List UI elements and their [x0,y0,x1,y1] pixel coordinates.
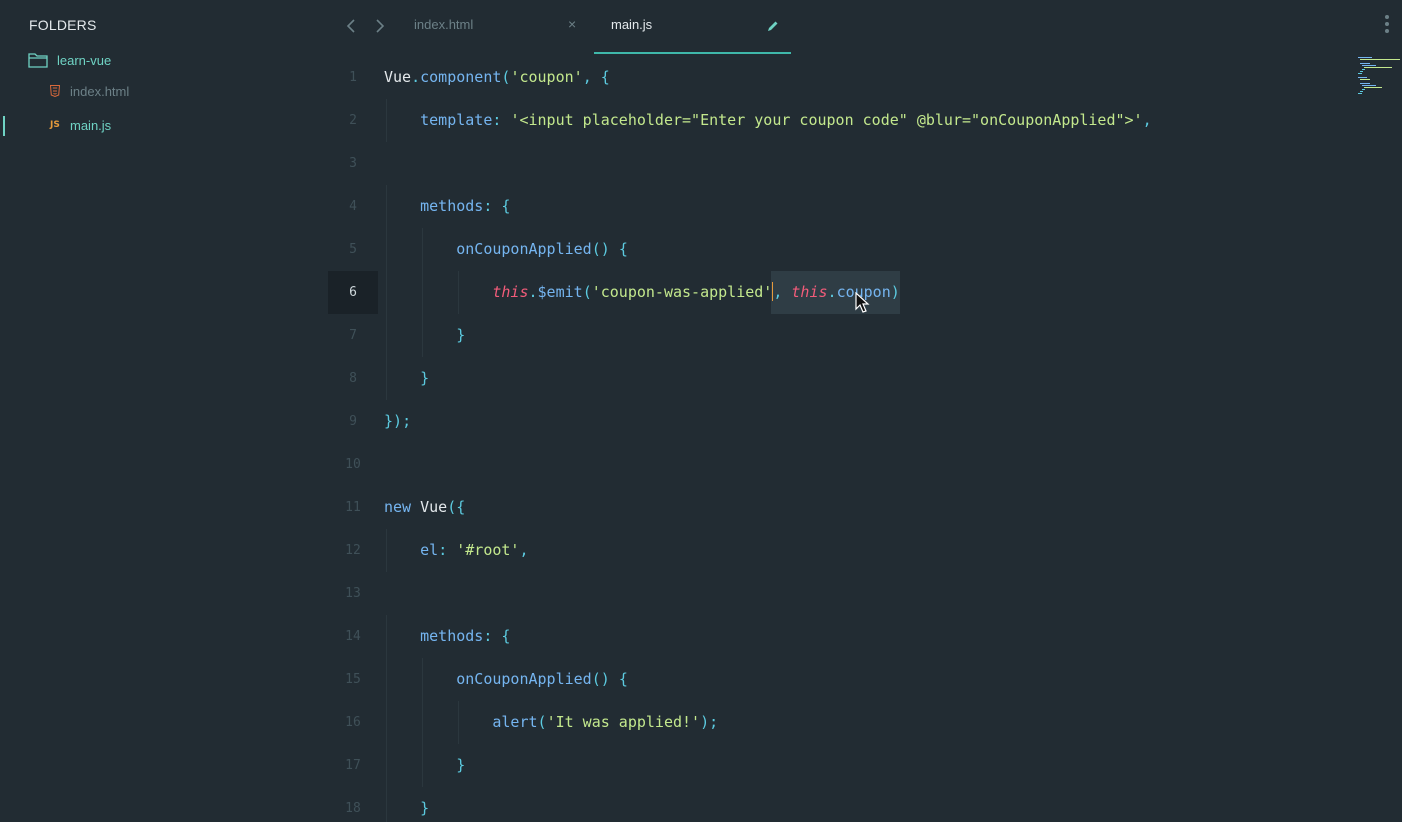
code-line[interactable]: 17 } [328,744,1348,787]
line-number: 13 [345,586,361,601]
line-number: 5 [349,242,357,257]
line-number: 17 [345,758,361,773]
code-text: alert('It was applied!'); [492,713,719,731]
chevron-left-icon[interactable] [341,14,361,38]
sidebar-file-index-html[interactable]: index.html [50,81,129,101]
code-text: el: '#root', [420,541,529,559]
code-text: onCouponApplied() { [456,240,628,258]
line-number: 18 [345,801,361,816]
code-line[interactable]: 9}); [328,400,1348,443]
sidebar-title: FOLDERS [29,17,97,33]
editor-window: FOLDERS learn-vue index.html JS main.js [0,0,1402,822]
code-text: methods: { [420,627,511,645]
close-icon[interactable]: × [568,16,576,32]
line-number: 11 [345,500,361,515]
code-text: } [456,756,466,774]
code-line[interactable]: 13 [328,572,1348,615]
pencil-icon [768,21,778,31]
line-number: 12 [345,543,361,558]
code-text: new Vue({ [384,498,466,516]
line-number: 16 [345,715,361,730]
js-file-icon: JS [50,120,60,130]
line-number: 9 [349,414,357,429]
file-label-index-html: index.html [70,83,130,99]
code-text: }); [384,412,412,430]
code-line[interactable]: 14 methods: { [328,615,1348,658]
code-line[interactable]: 18 } [328,787,1348,822]
active-tab-indicator [594,52,791,54]
folder-learn-vue[interactable]: learn-vue [28,49,111,71]
line-number: 10 [345,457,361,472]
line-number: 14 [345,629,361,644]
line-number: 15 [345,672,361,687]
tab-index-html[interactable]: index.html × [412,0,588,54]
line-number: 7 [349,328,357,343]
file-label-main-js: main.js [70,117,112,133]
code-editor[interactable]: 1 Vue.component('coupon', { 2 template: '<… [328,56,1348,822]
code-text: template: '<input placeholder="Enter you… [420,111,1152,129]
line-number: 3 [349,156,357,171]
code-line[interactable]: 8 } [328,357,1348,400]
code-line[interactable]: 3 [328,142,1348,185]
tab-main-js[interactable]: main.js [594,0,791,54]
chevron-right-icon[interactable] [370,14,390,38]
folder-label: learn-vue [57,52,112,68]
code-text: } [420,369,430,387]
more-options-icon[interactable] [1384,15,1390,37]
code-text: } [420,799,430,817]
code-text: Vue.component('coupon', { [384,68,610,86]
line-number: 1 [349,70,357,85]
active-file-marker [3,116,5,136]
code-line[interactable]: 5 onCouponApplied() { [328,228,1348,271]
code-line[interactable]: 15 onCouponApplied() { [328,658,1348,701]
code-line[interactable]: 10 [328,443,1348,486]
code-line[interactable]: 7 } [328,314,1348,357]
code-line[interactable]: 12 el: '#root', [328,529,1348,572]
code-line[interactable]: 2 template: '<input placeholder="Enter y… [328,99,1348,142]
code-line[interactable]: 6 this.$emit('coupon-was-applied', this.… [328,271,1348,314]
code-text: } [456,326,466,344]
code-line[interactable]: 4 methods: { [328,185,1348,228]
html5-icon [50,85,62,97]
tab-bar: index.html × main.js [328,0,1402,56]
sidebar: FOLDERS learn-vue index.html JS main.js [0,0,328,822]
line-number: 6 [328,271,378,314]
line-number: 4 [349,199,357,214]
sidebar-file-main-js[interactable]: JS main.js [50,115,111,135]
code-text: onCouponApplied() { [456,670,628,688]
code-line[interactable]: 11 new Vue({ [328,486,1348,529]
minimap[interactable] [1356,56,1402,100]
code-line[interactable]: 16 alert('It was applied!'); [328,701,1348,744]
folder-icon [28,53,48,68]
tab-label: main.js [611,17,653,32]
code-text: this.$emit('coupon-was-applied', this.co… [492,282,900,301]
line-number: 2 [349,113,357,128]
code-text: methods: { [420,197,511,215]
code-line[interactable]: 1 Vue.component('coupon', { [328,56,1348,99]
tab-label: index.html [414,17,474,32]
mouse-cursor-icon [855,292,870,313]
line-number: 8 [349,371,357,386]
